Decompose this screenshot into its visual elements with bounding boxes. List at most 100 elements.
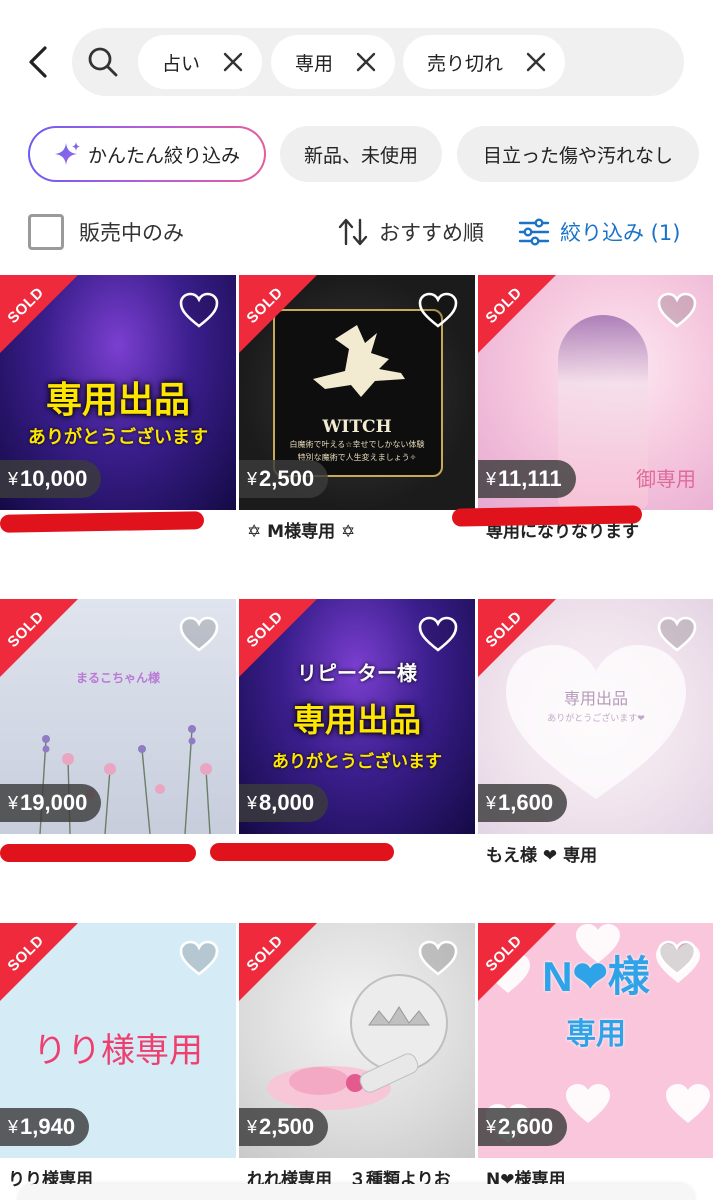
heart-icon[interactable] bbox=[656, 291, 698, 329]
chip-label: 専用 bbox=[295, 52, 334, 75]
search-header: 占い 専用 売り切れ bbox=[0, 0, 713, 110]
price-value: 2,500 bbox=[259, 466, 315, 491]
search-chip[interactable]: 専用 bbox=[271, 35, 396, 89]
product-card[interactable]: 専用出品 ありがとうございます❤ SOLD ¥1,600 もえ様 ❤ 専用 bbox=[478, 599, 713, 870]
currency-symbol: ¥ bbox=[486, 792, 497, 813]
price-tag: ¥19,000 bbox=[0, 784, 102, 822]
product-card[interactable]: リピーター様 専用出品 ありがとうございます SOLD ¥8,000 bbox=[239, 599, 475, 870]
filter-no-damage[interactable]: 目立った傷や汚れなし bbox=[457, 126, 699, 182]
price-tag: ¥2,600 bbox=[478, 1108, 568, 1146]
currency-symbol: ¥ bbox=[247, 1116, 258, 1137]
heart-icon[interactable] bbox=[417, 291, 459, 329]
price-tag: ¥2,500 bbox=[239, 460, 329, 498]
filter-no-damage-label: 目立った傷や汚れなし bbox=[482, 144, 673, 167]
close-icon[interactable] bbox=[222, 51, 244, 73]
chip-label: 占い bbox=[162, 52, 201, 75]
product-card[interactable]: まるこちゃん様 SOLD ¥19,000 bbox=[0, 599, 236, 870]
currency-symbol: ¥ bbox=[8, 468, 19, 489]
sort-button[interactable]: おすすめ順 bbox=[337, 214, 484, 250]
close-icon[interactable] bbox=[525, 51, 547, 73]
product-card[interactable]: りり様専用 SOLD ¥1,940 りり様専用 bbox=[0, 923, 236, 1194]
price-tag: ¥1,940 bbox=[0, 1108, 90, 1146]
filter-button[interactable]: 絞り込み (1) bbox=[518, 214, 680, 250]
redaction-mark bbox=[210, 843, 394, 861]
product-title: もえ様 ❤ 専用 bbox=[486, 846, 598, 866]
price-tag: ¥1,600 bbox=[478, 784, 568, 822]
options-row: 販売中のみ おすすめ順 絞り込み (1) bbox=[0, 204, 713, 260]
price-value: 2,500 bbox=[259, 1114, 315, 1139]
product-thumbnail: 御専用 SOLD ¥11,111 bbox=[478, 275, 713, 510]
price-tag: ¥2,500 bbox=[239, 1108, 329, 1146]
ai-filter-label: かんたん絞り込み bbox=[87, 144, 240, 167]
product-thumbnail: WITCH 白魔術で叶える☆幸せでしかない体験 特別な魔術で人生変えましょう✧ … bbox=[239, 275, 475, 510]
price-tag: ¥10,000 bbox=[0, 460, 102, 498]
thumbnail-text: WITCH bbox=[322, 417, 392, 437]
currency-symbol: ¥ bbox=[486, 468, 497, 489]
price-value: 2,600 bbox=[498, 1114, 554, 1139]
search-chip[interactable]: 売り切れ bbox=[403, 35, 566, 89]
product-thumbnail: 専用出品 ありがとうございます SOLD ¥10,000 bbox=[0, 275, 236, 510]
price-value: 8,000 bbox=[259, 790, 315, 815]
back-button[interactable] bbox=[18, 40, 58, 84]
sort-icon bbox=[338, 218, 368, 246]
currency-symbol: ¥ bbox=[247, 792, 258, 813]
thumbnail-text: ありがとうございます bbox=[272, 752, 442, 772]
bottom-sheet-edge bbox=[18, 1184, 695, 1200]
thumbnail-text: 専用出品 bbox=[45, 379, 190, 421]
filter-label: 絞り込み (1) bbox=[560, 221, 681, 245]
heart-icon[interactable] bbox=[417, 939, 459, 977]
heart-icon[interactable] bbox=[178, 615, 220, 653]
search-icon bbox=[88, 47, 118, 77]
currency-symbol: ¥ bbox=[486, 1116, 497, 1137]
currency-symbol: ¥ bbox=[247, 468, 258, 489]
sort-label: おすすめ順 bbox=[379, 221, 484, 245]
price-value: 10,000 bbox=[20, 466, 88, 491]
product-thumbnail: N❤様 専用 SOLD ¥2,600 bbox=[478, 923, 713, 1158]
redaction-mark bbox=[0, 511, 205, 533]
thumbnail-text: ありがとうございます❤ bbox=[547, 714, 645, 724]
chevron-left-icon bbox=[29, 46, 47, 78]
on-sale-label: 販売中のみ bbox=[79, 221, 184, 245]
product-card[interactable]: WITCH 白魔術で叶える☆幸せでしかない体験 特別な魔術で人生変えましょう✧ … bbox=[239, 275, 475, 546]
price-tag: ¥8,000 bbox=[239, 784, 329, 822]
product-thumbnail: 専用出品 ありがとうございます❤ SOLD ¥1,600 bbox=[478, 599, 713, 834]
product-thumbnail: リピーター様 専用出品 ありがとうございます SOLD ¥8,000 bbox=[239, 599, 475, 834]
redaction-mark bbox=[0, 844, 196, 862]
heart-icon[interactable] bbox=[178, 291, 220, 329]
product-thumbnail: まるこちゃん様 SOLD ¥19,000 bbox=[0, 599, 236, 834]
price-value: 1,940 bbox=[20, 1114, 76, 1139]
price-value: 11,111 bbox=[498, 466, 562, 491]
close-icon[interactable] bbox=[355, 51, 377, 73]
price-tag: ¥11,111 bbox=[478, 460, 576, 498]
product-title: ✡ M様専用 ✡ bbox=[247, 522, 356, 542]
product-thumbnail: SOLD ¥2,500 bbox=[239, 923, 475, 1158]
product-thumbnail: りり様専用 SOLD ¥1,940 bbox=[0, 923, 236, 1158]
product-card[interactable]: SOLD ¥2,500 れれ様専用 ３種類よりお bbox=[239, 923, 475, 1194]
product-card[interactable]: N❤様 専用 SOLD ¥2,600 N❤様専用 bbox=[478, 923, 713, 1194]
thumbnail-text: 専用出品 bbox=[563, 689, 628, 708]
search-bar[interactable]: 占い 専用 売り切れ bbox=[72, 28, 684, 96]
currency-symbol: ¥ bbox=[8, 1116, 19, 1137]
price-value: 19,000 bbox=[20, 790, 88, 815]
sparkle-icon bbox=[54, 142, 80, 165]
filter-new-label: 新品、未使用 bbox=[303, 144, 418, 167]
search-chip[interactable]: 占い bbox=[138, 35, 263, 89]
on-sale-checkbox[interactable] bbox=[28, 214, 64, 250]
price-value: 1,600 bbox=[498, 790, 554, 815]
thumbnail-text: 専用 bbox=[566, 1017, 626, 1052]
ai-filter-button[interactable]: かんたん絞り込み bbox=[28, 126, 266, 182]
currency-symbol: ¥ bbox=[8, 792, 19, 813]
product-card[interactable]: 専用出品 ありがとうございます SOLD ¥10,000 bbox=[0, 275, 236, 546]
heart-icon[interactable] bbox=[656, 939, 698, 977]
witch-silhouette-icon bbox=[313, 325, 405, 397]
thumbnail-text: ありがとうございます bbox=[28, 427, 208, 448]
thumbnail-text: 専用出品 bbox=[292, 701, 421, 739]
chip-label: 売り切れ bbox=[427, 52, 504, 75]
heart-icon[interactable] bbox=[656, 615, 698, 653]
thumbnail-text: 白魔術で叶える☆幸せでしかない体験 bbox=[289, 440, 425, 449]
heart-icon[interactable] bbox=[178, 939, 220, 977]
heart-icon[interactable] bbox=[417, 615, 459, 653]
sliders-icon bbox=[518, 218, 550, 246]
filter-new-unused[interactable]: 新品、未使用 bbox=[280, 126, 442, 182]
redaction-mark bbox=[451, 505, 643, 527]
